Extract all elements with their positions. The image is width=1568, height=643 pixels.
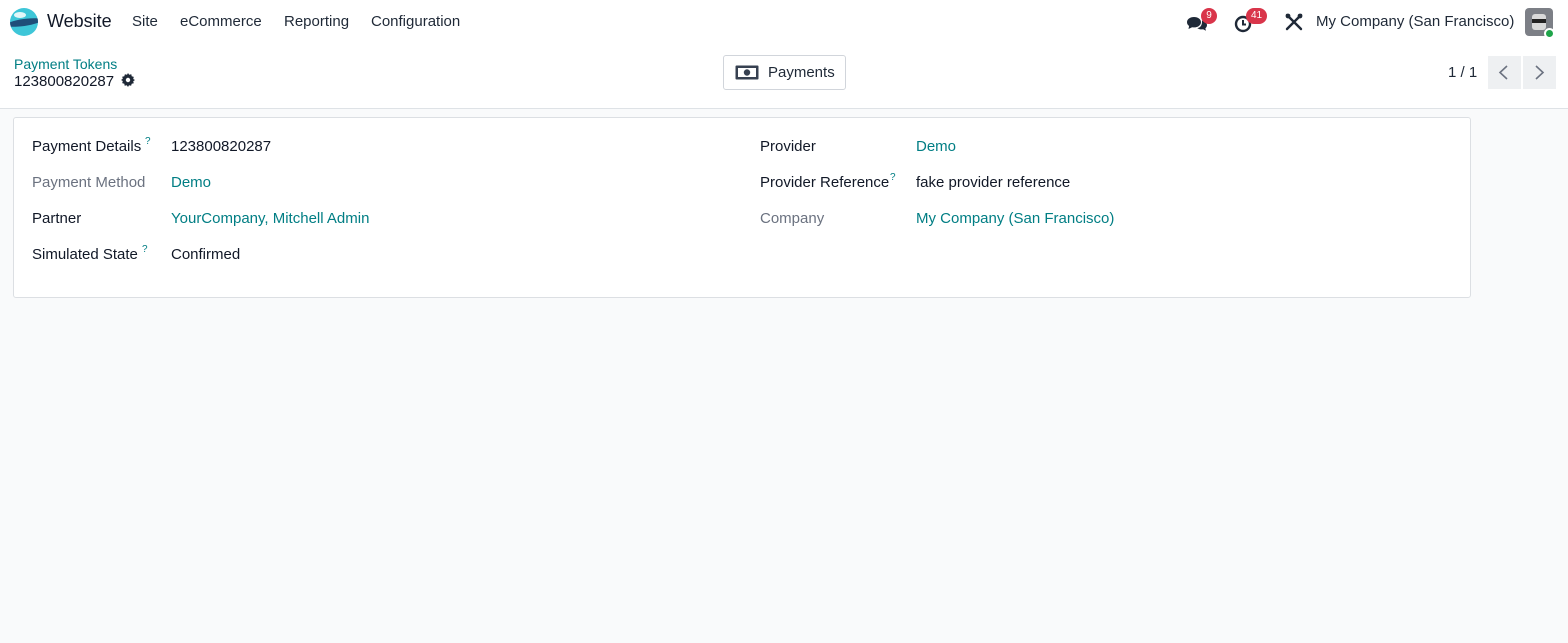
payment-details-label: Payment Details bbox=[32, 138, 142, 155]
company-link[interactable]: My Company (San Francisco) bbox=[916, 210, 1114, 227]
payment-method-label: Payment Method bbox=[32, 174, 146, 191]
help-tooltip-icon[interactable]: ? bbox=[145, 136, 151, 147]
payments-smart-button[interactable]: Payments bbox=[723, 55, 846, 90]
provider-reference-value: fake provider reference bbox=[916, 174, 1071, 191]
app-name[interactable]: Website bbox=[47, 11, 112, 32]
breadcrumb-payment-tokens[interactable]: Payment Tokens bbox=[14, 56, 117, 72]
control-panel: Payment Tokens 123800820287 Payments 1 /… bbox=[0, 44, 1568, 109]
money-icon bbox=[735, 65, 759, 80]
debug-tools-icon[interactable] bbox=[1284, 12, 1306, 34]
gear-icon[interactable] bbox=[121, 73, 135, 87]
activities-badge: 41 bbox=[1246, 8, 1268, 24]
pager-previous-button[interactable] bbox=[1488, 56, 1521, 89]
pager-value[interactable]: 1 / 1 bbox=[1448, 64, 1477, 81]
menu-reporting[interactable]: Reporting bbox=[284, 13, 349, 30]
partner-label: Partner bbox=[32, 210, 82, 227]
provider-label: Provider bbox=[760, 138, 816, 155]
chevron-left-icon bbox=[1498, 65, 1508, 80]
form-sheet: Payment Details ? 123800820287 Payment M… bbox=[13, 117, 1471, 298]
menu-configuration[interactable]: Configuration bbox=[371, 13, 460, 30]
help-tooltip-icon[interactable]: ? bbox=[142, 244, 148, 255]
company-label: Company bbox=[760, 210, 825, 227]
payment-details-value: 123800820287 bbox=[171, 138, 272, 155]
help-tooltip-icon[interactable]: ? bbox=[890, 172, 896, 183]
simulated-state-value: Confirmed bbox=[171, 246, 241, 263]
pager-next-button[interactable] bbox=[1523, 56, 1556, 89]
provider-link[interactable]: Demo bbox=[916, 138, 956, 155]
messages-badge: 9 bbox=[1201, 8, 1217, 24]
payments-label: Payments bbox=[768, 64, 835, 81]
partner-link[interactable]: YourCompany, Mitchell Admin bbox=[171, 210, 369, 227]
company-switcher[interactable]: My Company (San Francisco) bbox=[1316, 13, 1514, 30]
website-logo-icon[interactable] bbox=[10, 8, 38, 36]
menu-site[interactable]: Site bbox=[132, 13, 158, 30]
record-title: 123800820287 bbox=[14, 73, 115, 90]
top-navbar: Website Site eCommerce Reporting Configu… bbox=[0, 0, 1568, 44]
online-status-icon bbox=[1544, 28, 1555, 39]
payment-method-link[interactable]: Demo bbox=[171, 174, 211, 191]
provider-reference-label: Provider Reference bbox=[760, 174, 890, 191]
menu-ecommerce[interactable]: eCommerce bbox=[180, 13, 262, 30]
simulated-state-label: Simulated State bbox=[32, 246, 138, 263]
chevron-right-icon bbox=[1535, 65, 1545, 80]
